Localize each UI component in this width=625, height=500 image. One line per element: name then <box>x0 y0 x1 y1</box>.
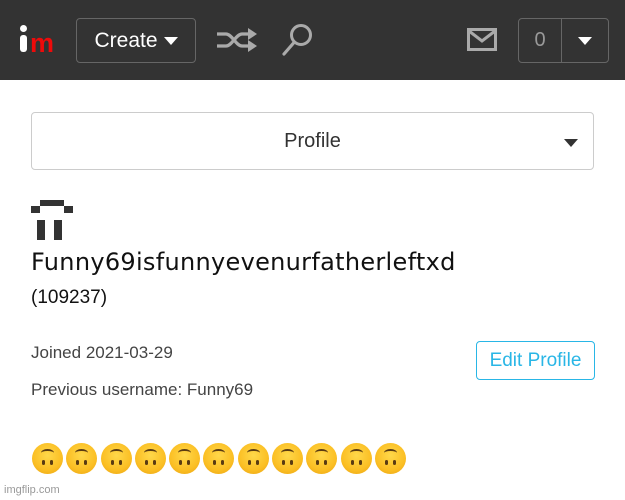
upside-down-face-emoji <box>237 443 269 474</box>
avatar-pixel <box>40 200 64 206</box>
emoji-eye <box>187 460 191 465</box>
edit-profile-button[interactable]: Edit Profile <box>476 341 595 380</box>
upside-down-face-emoji <box>32 443 63 474</box>
emoji-eye <box>392 460 396 465</box>
avatar-pixel <box>54 220 62 240</box>
chevron-down-icon <box>564 139 578 147</box>
avatar-pixel <box>37 220 45 240</box>
avatar-pixel <box>64 206 73 213</box>
create-dropdown-button[interactable]: Create <box>76 18 196 63</box>
emoji-eye <box>221 460 225 465</box>
profile-section-select[interactable]: Profile <box>31 112 594 170</box>
profile-bio <box>32 443 406 474</box>
upside-down-face-emoji <box>134 443 166 474</box>
upside-down-face-emoji <box>169 443 201 474</box>
joined-date: Joined 2021-03-29 <box>31 343 173 362</box>
emoji-eye <box>324 460 328 465</box>
emoji-eye <box>316 460 320 465</box>
emoji-mouth <box>178 449 192 457</box>
emoji-eye <box>76 460 80 465</box>
emoji-eye <box>84 460 88 465</box>
emoji-mouth <box>109 449 123 457</box>
notification-count[interactable]: 0 <box>519 19 562 62</box>
previous-username: Previous username: Funny69 <box>31 380 254 399</box>
upside-down-face-emoji <box>100 443 132 474</box>
emoji-mouth <box>281 449 295 457</box>
mail-icon[interactable] <box>467 28 497 51</box>
user-menu-toggle[interactable] <box>562 19 608 62</box>
emoji-mouth <box>143 449 157 457</box>
profile-select-value: Profile <box>284 129 341 152</box>
notification-dropdown[interactable]: 0 <box>518 18 609 63</box>
upside-down-face-emoji <box>66 443 98 474</box>
emoji-eye <box>247 460 251 465</box>
search-icon[interactable] <box>282 23 314 57</box>
profile-user-id: (109237) <box>31 287 108 308</box>
top-navbar: m Create 0 <box>0 0 625 80</box>
upside-down-face-emoji <box>340 443 372 474</box>
emoji-eye <box>110 460 114 465</box>
emoji-eye <box>144 460 148 465</box>
upside-down-face-emoji <box>203 443 235 474</box>
emoji-mouth <box>383 449 397 457</box>
emoji-eye <box>42 460 45 465</box>
emoji-eye <box>350 460 354 465</box>
chevron-down-icon <box>163 36 178 45</box>
emoji-mouth <box>41 449 54 457</box>
emoji-eye <box>179 460 183 465</box>
logo-i-stem <box>20 35 27 52</box>
emoji-eye <box>290 460 294 465</box>
emoji-mouth <box>75 449 89 457</box>
avatar-pixel <box>31 206 40 213</box>
upside-down-face-emoji <box>272 443 304 474</box>
emoji-eye <box>50 460 53 465</box>
emoji-eye <box>282 460 286 465</box>
chevron-down-icon <box>578 36 592 45</box>
emoji-eye <box>152 460 156 465</box>
shuffle-icon[interactable] <box>216 27 258 53</box>
avatar <box>31 200 73 240</box>
emoji-mouth <box>212 449 226 457</box>
watermark: imgflip.com <box>4 484 60 496</box>
logo-i-dot <box>20 25 27 32</box>
emoji-mouth <box>315 449 329 457</box>
upside-down-face-emoji <box>374 443 406 474</box>
emoji-mouth <box>349 449 363 457</box>
create-label: Create <box>94 28 158 52</box>
emoji-mouth <box>246 449 260 457</box>
logo-m: m <box>30 28 54 58</box>
emoji-eye <box>358 460 362 465</box>
imgflip-logo[interactable]: m <box>17 25 61 58</box>
emoji-eye <box>384 460 388 465</box>
profile-username: Funny69isfunnyevenurfatherleftxd <box>31 248 456 276</box>
emoji-eye <box>213 460 217 465</box>
emoji-eye <box>118 460 122 465</box>
emoji-eye <box>255 460 259 465</box>
upside-down-face-emoji <box>306 443 338 474</box>
